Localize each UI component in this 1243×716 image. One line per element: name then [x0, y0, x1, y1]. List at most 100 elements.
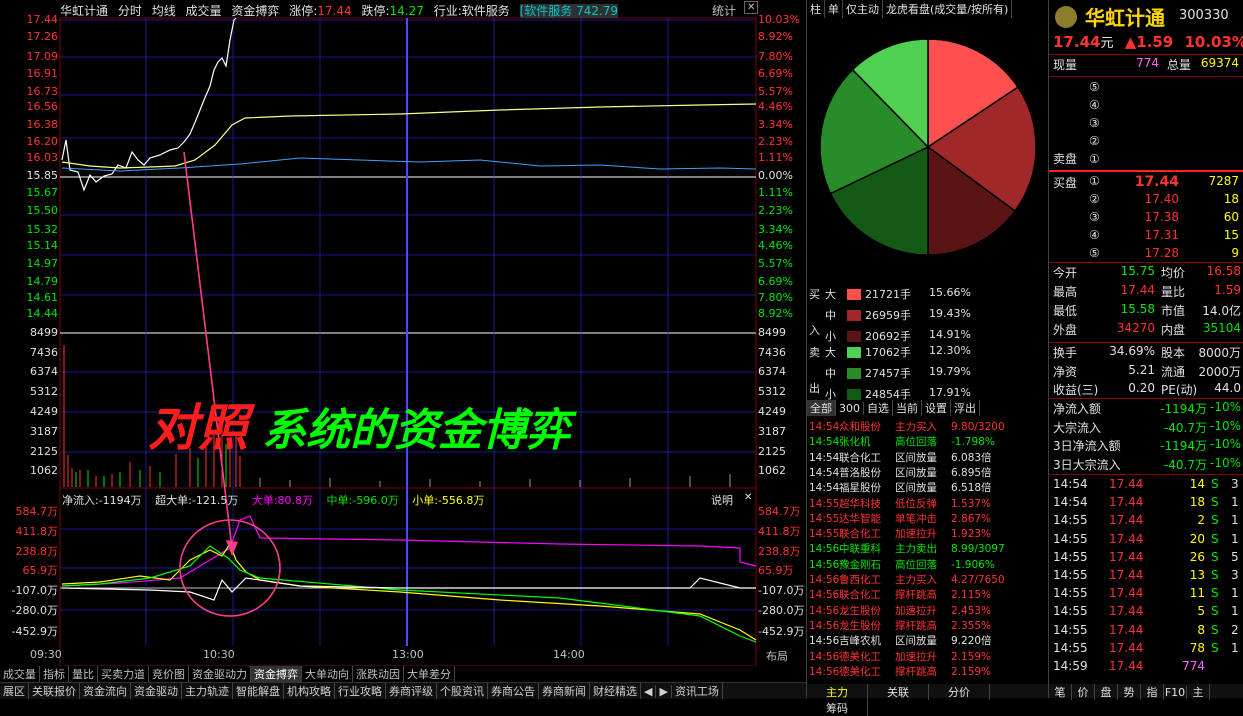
alert-stock: 超华科技	[839, 497, 881, 510]
right-bottom-tab[interactable]: F10	[1164, 686, 1187, 699]
explain-button[interactable]: 说明	[711, 492, 733, 508]
mid-tab[interactable]: 柱	[807, 0, 825, 18]
indicator-tab[interactable]: 资金驱动力	[189, 666, 251, 682]
buy-level-vol: 15	[1223, 228, 1239, 242]
alert-row[interactable]: 14:56吉峰农机 区间放量 9.220倍	[809, 633, 992, 647]
flow-label: 大宗流入	[1053, 420, 1102, 435]
tick-row: 14:55 17.44 26 S 5	[1053, 550, 1241, 568]
tick-price: 17.44	[1109, 640, 1144, 655]
bottom-bar-item[interactable]: 智能解盘	[233, 683, 284, 699]
volume-tick-right: 5312	[758, 385, 786, 398]
bottom-bar-item[interactable]: 财经精选	[590, 683, 641, 699]
alert-row[interactable]: 14:56鲁西化工 主力买入 4.27/7650	[809, 572, 1005, 586]
indicator-tab[interactable]: 大单差分	[404, 666, 455, 682]
alert-row[interactable]: 14:56德美化工 加速拉升 2.159%	[809, 649, 991, 663]
alert-row[interactable]: 14:54张化机 高位回落 -1.798%	[809, 434, 995, 448]
close-icon[interactable]: ✕	[744, 1, 759, 14]
vol-label[interactable]: 成交量	[186, 4, 222, 18]
alert-row[interactable]: 14:55超华科技 低位反弹 1.537%	[809, 496, 991, 510]
alert-row[interactable]: 14:54福星股份 区间放量 6.518倍	[809, 480, 992, 494]
stat-value: 1.59	[1214, 283, 1241, 297]
annotation-text: 对照 系统的资金博弈	[148, 388, 570, 460]
bottom-bar-item[interactable]: 机构攻略	[284, 683, 335, 699]
tick-row: 14:55 17.44 78 S 1	[1053, 641, 1241, 659]
alert-time: 14:56	[809, 574, 840, 586]
percent-tick: 2.23%	[758, 204, 793, 217]
indicator-tab[interactable]: 大单动向	[302, 666, 353, 682]
alert-stock: 龙生股份	[839, 604, 881, 617]
tick-time: 14:54	[1053, 495, 1088, 510]
alert-row[interactable]: 14:54联合化工 区间放量 6.083倍	[809, 450, 992, 464]
bottom-bar-item[interactable]: 资讯工场	[672, 683, 723, 699]
alert-stock: 德美化工	[839, 650, 881, 663]
stat2-value: 34.69%	[1109, 344, 1155, 358]
bottom-bar-item[interactable]: ▶	[656, 685, 672, 698]
mid-tab[interactable]: 仅主动	[843, 0, 883, 18]
tick-count: 3	[1231, 568, 1239, 582]
mid-tab[interactable]: 龙虎看盘(成交量/按所有)	[883, 0, 1013, 18]
mode-label[interactable]: 分时	[118, 4, 142, 18]
volume-tick-right: 8499	[758, 326, 786, 339]
indicator-tab[interactable]: 买卖力道	[98, 666, 149, 682]
now-vol: 774	[1136, 56, 1159, 70]
tick-count: 1	[1231, 513, 1239, 528]
indicator-tab[interactable]: 量比	[69, 666, 98, 682]
alert-type: 区间放量	[895, 466, 937, 479]
alert-row[interactable]: 14:54普洛股份 区间放量 6.895倍	[809, 465, 992, 479]
tick-price: 17.44	[1109, 513, 1144, 528]
bottom-bar-item[interactable]: 券商公告	[488, 683, 539, 699]
bottom-bar-item[interactable]: 个股资讯	[437, 683, 488, 699]
price-tick: 15.85	[26, 169, 59, 182]
alert-row[interactable]: 14:56龙生股份 加速拉升 2.453%	[809, 603, 991, 617]
tick-time: 14:55	[1053, 549, 1088, 564]
order-volume: 21721手	[865, 288, 911, 301]
bottom-bar-item[interactable]: 主力轨迹	[182, 683, 233, 699]
bottom-bar-item[interactable]: 券商评级	[386, 683, 437, 699]
intraday-chart-area[interactable]: 华虹计通 分时 均线 成交量 资金搏弈 涨停:17.44 跌停:14.27 行业…	[0, 0, 806, 682]
bottom-bar-item[interactable]: 关联报价	[29, 683, 80, 699]
indicator-tab[interactable]: 竞价图	[149, 666, 189, 682]
tick-side: S	[1211, 477, 1219, 491]
buy-level-price[interactable]: 17.40	[1117, 192, 1179, 206]
sector-info[interactable]: [软件服务 742.79	[519, 4, 619, 18]
tick-count: 1	[1231, 604, 1239, 619]
buy-level-price[interactable]: 17.28	[1117, 246, 1179, 260]
alert-value: 2.159%	[951, 650, 992, 663]
mid-tab[interactable]: 单	[825, 0, 843, 18]
bottom-bar-item[interactable]: 资金驱动	[131, 683, 182, 699]
stat-button[interactable]: 统计	[712, 2, 736, 19]
alert-row[interactable]: 14:55达华智能 单笔冲击 2.867%	[809, 511, 991, 525]
bottom-bar-item[interactable]: 行业攻略	[335, 683, 386, 699]
indicator-label[interactable]: 资金搏弈	[231, 4, 279, 18]
alert-row[interactable]: 14:56联合化工 撑杆跳高 2.115%	[809, 587, 991, 601]
alert-row[interactable]: 14:56龙生股份 撑杆跳高 2.355%	[809, 618, 991, 632]
avg-label[interactable]: 均线	[152, 4, 176, 18]
indicator-tab[interactable]: 资金搏弈	[251, 666, 302, 682]
mid-bottom-tab[interactable]: 筹码	[807, 700, 868, 716]
stat2-value: 0.20	[1128, 381, 1155, 395]
alert-row[interactable]: 14:56中联重科 主力卖出 8.99/3097	[809, 541, 1005, 555]
indicator-tab[interactable]: 成交量	[0, 666, 40, 682]
stat2-label: 净资	[1053, 364, 1078, 379]
bottom-bar-item[interactable]: ◀	[641, 685, 657, 698]
buy-side-label: 买盘	[1053, 176, 1078, 190]
buy-level-price[interactable]: 17.44	[1117, 174, 1179, 190]
alert-type: 撑杆跳高	[895, 619, 937, 632]
flow-close-icon[interactable]: ✕	[744, 492, 752, 503]
indicator-tab[interactable]: 指标	[40, 666, 69, 682]
price-tick: 16.56	[26, 100, 59, 113]
alert-row[interactable]: 14:54众和股份 主力买入 9.80/3200	[809, 419, 1005, 433]
bottom-bar-item[interactable]: 券商新闻	[539, 683, 590, 699]
layout-button[interactable]: 布局	[766, 648, 788, 664]
industry-value[interactable]: 软件服务	[462, 4, 510, 18]
alert-row[interactable]: 14:56豫金刚石 高位回落 -1.906%	[809, 557, 995, 571]
bottom-bar-item[interactable]: 展区	[0, 683, 29, 699]
indicator-tab[interactable]: 涨跌动因	[353, 666, 404, 682]
bottom-bar-item[interactable]: 资金流向	[80, 683, 131, 699]
buy-level-price[interactable]: 17.31	[1117, 228, 1179, 242]
alert-row[interactable]: 14:56德美化工 撑杆跳高 2.159%	[809, 664, 991, 678]
buy-level-price[interactable]: 17.38	[1117, 210, 1179, 224]
flow-tick: 65.9万	[22, 564, 59, 577]
alert-row[interactable]: 14:55联合化工 加速拉升 1.923%	[809, 526, 991, 540]
tick-price: 17.44	[1109, 659, 1144, 673]
